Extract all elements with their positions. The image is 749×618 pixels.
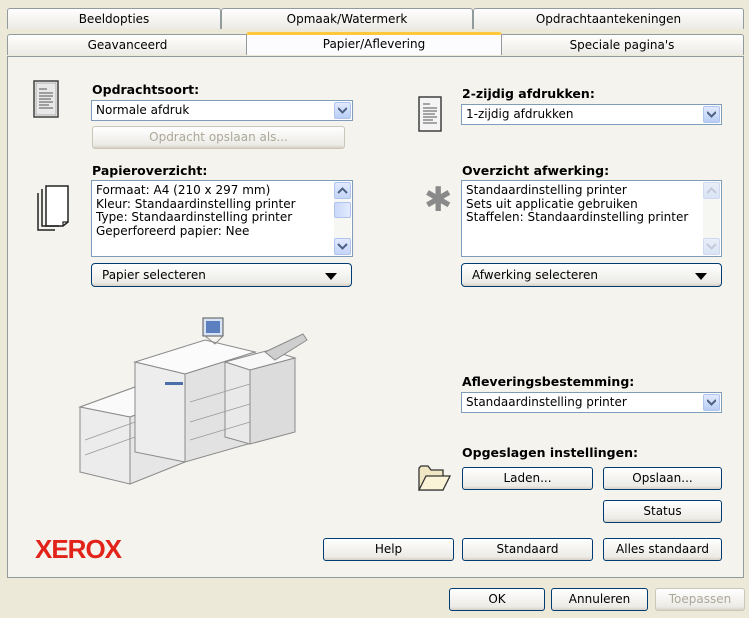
status-button[interactable]: Status bbox=[603, 500, 722, 523]
folder-open-icon bbox=[416, 460, 452, 497]
list-item: Sets uit applicatie gebruiken bbox=[466, 196, 638, 211]
scroll-down-icon[interactable] bbox=[703, 238, 720, 255]
paper-summary-label: Papieroverzicht: bbox=[92, 163, 208, 178]
all-default-button[interactable]: Alles standaard bbox=[603, 538, 722, 561]
paper-summary-list[interactable]: Formaat: A4 (210 x 297 mm) Kleur: Standa… bbox=[91, 180, 353, 257]
dropdown-arrow-icon bbox=[325, 273, 337, 280]
list-item: Geperforeerd papier: Nee bbox=[96, 223, 250, 238]
duplex-label: 2-zijdig afdrukken: bbox=[462, 86, 595, 101]
list-item: Staffelen: Standaardinstelling printer bbox=[466, 210, 689, 224]
default-button[interactable]: Standaard bbox=[462, 538, 593, 561]
finishing-summary-label: Overzicht afwerking: bbox=[462, 163, 610, 178]
tab-beeldopties[interactable]: Beeldopties bbox=[7, 8, 221, 29]
chevron-down-icon[interactable] bbox=[703, 394, 720, 411]
tab-papier-aflevering[interactable]: Papier/Aflevering bbox=[246, 32, 502, 55]
printer-illustration bbox=[75, 312, 310, 495]
scrollbar[interactable] bbox=[334, 182, 351, 255]
duplex-value: 1-zijdig afdrukken bbox=[466, 107, 574, 121]
tab-speciale-paginas[interactable]: Speciale pagina's bbox=[500, 34, 744, 55]
help-button[interactable]: Help bbox=[323, 538, 454, 561]
tab-opdrachtaantekeningen[interactable]: Opdrachtaantekeningen bbox=[473, 8, 744, 29]
scrollbar[interactable] bbox=[703, 182, 720, 255]
duplex-page-icon bbox=[418, 96, 442, 135]
destination-label: Afleveringsbestemming: bbox=[462, 374, 635, 389]
list-item: Type: Standaardinstelling printer bbox=[96, 210, 293, 224]
chevron-down-icon[interactable] bbox=[703, 106, 720, 123]
job-type-value: Normale afdruk bbox=[96, 103, 190, 117]
chevron-down-icon[interactable] bbox=[334, 102, 351, 119]
finishing-summary-list[interactable]: Standaardinstelling printer Sets uit app… bbox=[461, 180, 722, 257]
tab-geavanceerd[interactable]: Geavanceerd bbox=[7, 34, 248, 55]
select-paper-button[interactable]: Papier selecteren bbox=[91, 263, 352, 287]
list-item: Kleur: Standaardinstelling printer bbox=[96, 196, 296, 211]
select-finishing-label: Afwerking selecteren bbox=[472, 268, 598, 282]
apply-button[interactable]: Toepassen bbox=[655, 588, 745, 611]
destination-value: Standaardinstelling printer bbox=[466, 395, 627, 409]
scroll-thumb[interactable] bbox=[334, 202, 351, 218]
ok-button[interactable]: OK bbox=[449, 588, 545, 611]
asterisk-icon: ✱ bbox=[424, 180, 453, 220]
cancel-button[interactable]: Annuleren bbox=[551, 588, 648, 611]
scroll-up-icon[interactable] bbox=[334, 182, 351, 199]
job-type-select[interactable]: Normale afdruk bbox=[91, 100, 353, 121]
list-item: Formaat: A4 (210 x 297 mm) bbox=[96, 183, 271, 197]
job-type-label: Opdrachtsoort: bbox=[92, 82, 200, 97]
tab-opmaak-watermerk[interactable]: Opmaak/Watermerk bbox=[221, 8, 473, 29]
load-button[interactable]: Laden... bbox=[462, 467, 593, 490]
select-paper-label: Papier selecteren bbox=[102, 268, 206, 282]
saved-settings-label: Opgeslagen instellingen: bbox=[462, 445, 638, 460]
xerox-logo: XEROX bbox=[35, 534, 122, 564]
duplex-select[interactable]: 1-zijdig afdrukken bbox=[461, 104, 722, 125]
job-type-icon bbox=[33, 80, 59, 121]
save-job-as-button[interactable]: Opdracht opslaan als... bbox=[92, 126, 345, 149]
scroll-up-icon[interactable] bbox=[703, 182, 720, 199]
save-settings-button[interactable]: Opslaan... bbox=[603, 467, 722, 490]
dropdown-arrow-icon bbox=[695, 273, 707, 280]
paper-stack-icon bbox=[37, 185, 69, 234]
scroll-down-icon[interactable] bbox=[334, 238, 351, 255]
destination-select[interactable]: Standaardinstelling printer bbox=[461, 392, 722, 413]
list-item: Standaardinstelling printer bbox=[466, 183, 627, 197]
select-finishing-button[interactable]: Afwerking selecteren bbox=[461, 263, 722, 287]
